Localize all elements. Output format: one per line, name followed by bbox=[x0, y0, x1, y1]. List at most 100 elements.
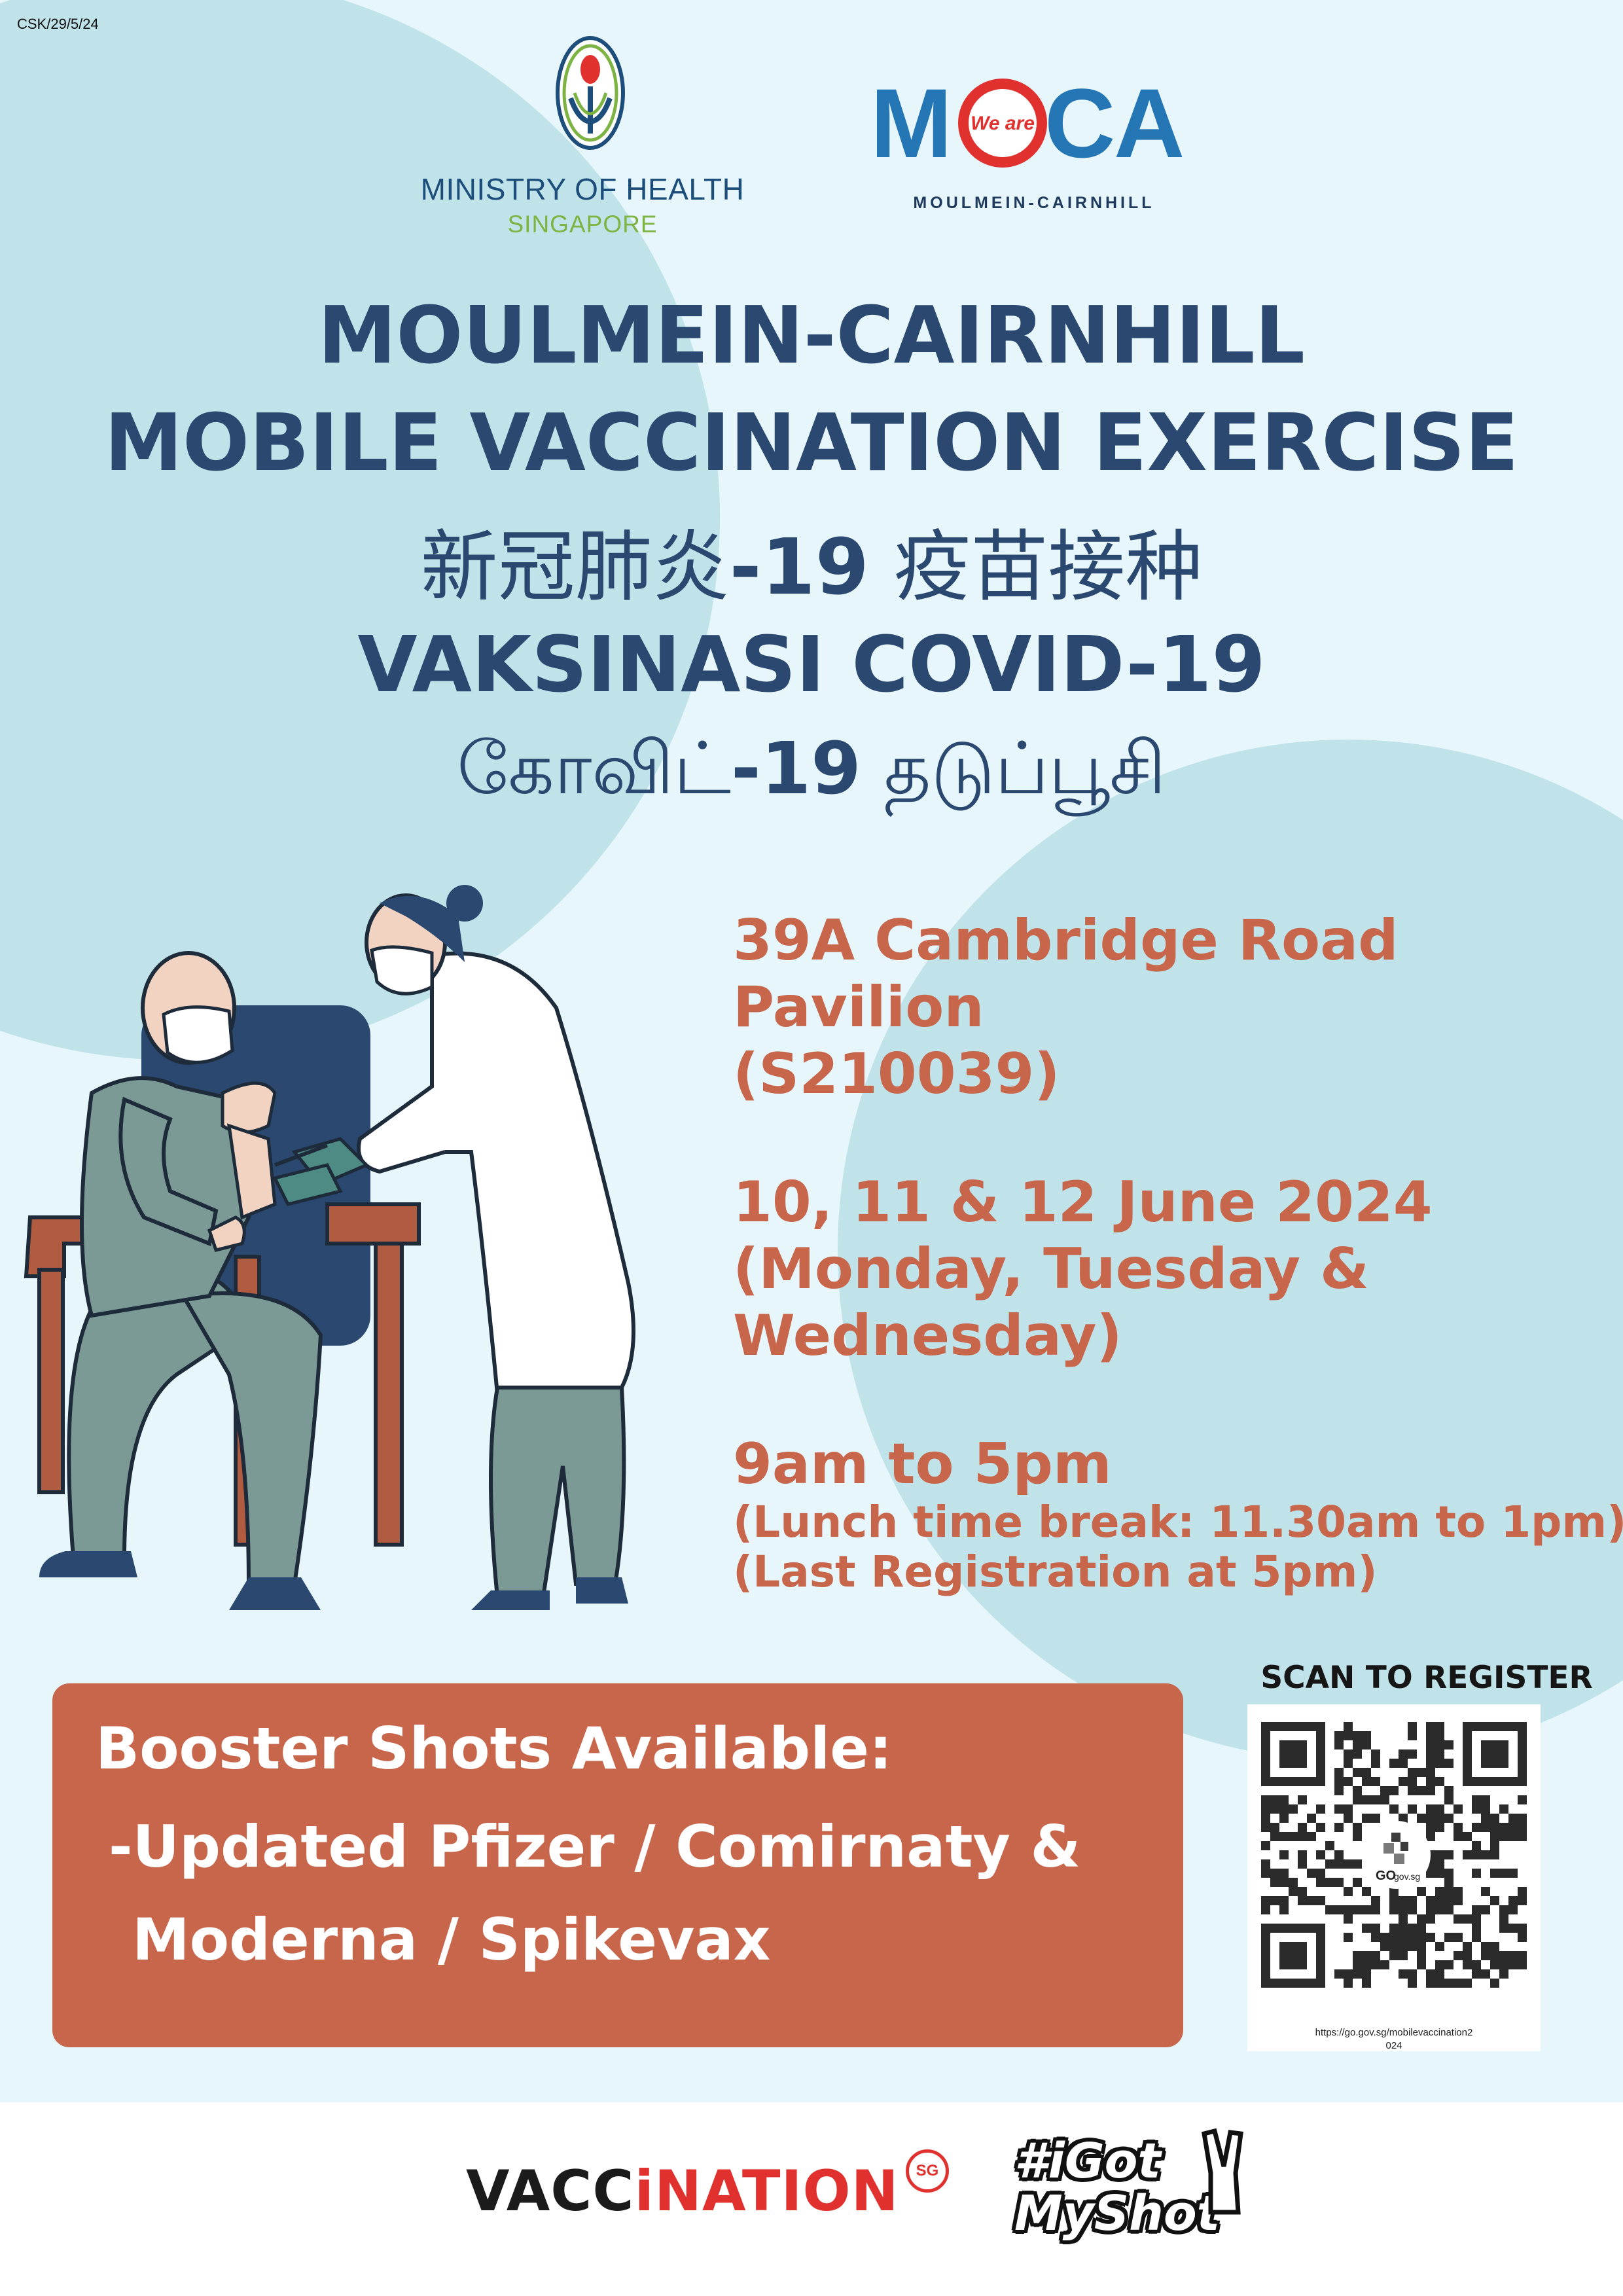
qr-module bbox=[1279, 1804, 1289, 1814]
qr-module bbox=[1417, 1768, 1426, 1777]
qr-module bbox=[1490, 1814, 1499, 1823]
qr-module bbox=[1518, 1896, 1527, 1905]
qr-module bbox=[1426, 1804, 1435, 1814]
qr-module bbox=[1408, 1804, 1417, 1814]
qr-module bbox=[1417, 1914, 1426, 1924]
vacc-part-c: NATION bbox=[654, 2159, 899, 2224]
qr-module bbox=[1408, 1749, 1417, 1759]
qr-module bbox=[1499, 1832, 1508, 1841]
qr-module bbox=[1380, 1942, 1389, 1951]
qr-module bbox=[1454, 1896, 1463, 1905]
qr-module bbox=[1518, 1814, 1527, 1823]
venue-postal: (S210039) bbox=[733, 1041, 1060, 1107]
moca-subtitle: MOULMEIN-CAIRNHILL bbox=[913, 194, 1155, 212]
qr-module bbox=[1435, 1905, 1444, 1914]
qr-url[interactable]: https://go.gov.sg/mobilevaccination2 024 bbox=[1247, 2026, 1541, 2053]
qr-module bbox=[1408, 1979, 1417, 1988]
qr-module bbox=[1362, 1777, 1371, 1786]
qr-module bbox=[1518, 1832, 1527, 1841]
qr-module bbox=[1298, 1887, 1307, 1896]
qr-module bbox=[1279, 1896, 1289, 1905]
qr-module bbox=[1408, 1722, 1417, 1731]
qr-module bbox=[1490, 1951, 1499, 1960]
qr-module bbox=[1444, 1933, 1454, 1942]
qr-module bbox=[1362, 1795, 1371, 1804]
qr-module bbox=[1435, 1759, 1444, 1768]
qr-module bbox=[1435, 1979, 1444, 1988]
qr-module bbox=[1399, 1942, 1408, 1951]
qr-url-line-1: https://go.gov.sg/mobilevaccination2 bbox=[1315, 2027, 1473, 2038]
qr-module bbox=[1362, 1969, 1371, 1979]
qr-module bbox=[1454, 1804, 1463, 1814]
gogovsg-badge: GO gov.sg bbox=[1363, 1821, 1431, 1889]
vaccination-illustration bbox=[24, 885, 635, 1610]
qr-module bbox=[1371, 1777, 1380, 1786]
qr-module bbox=[1426, 1979, 1435, 1988]
qr-module bbox=[1444, 1759, 1454, 1768]
qr-module bbox=[1444, 1896, 1454, 1905]
qr-module bbox=[1344, 1914, 1353, 1924]
title-chinese-a: 新冠肺炎 bbox=[420, 522, 730, 612]
qr-module bbox=[1344, 1759, 1353, 1768]
title-chinese-c: 疫苗接种 bbox=[868, 522, 1203, 612]
venue-block: 39A Cambridge Road Pavilion (S210039) bbox=[733, 907, 1399, 1107]
qr-module bbox=[1344, 1969, 1353, 1979]
vaccination-sg-logo: VACCiNATION bbox=[466, 2159, 899, 2224]
qr-module bbox=[1353, 1740, 1362, 1749]
qr-module bbox=[1344, 1887, 1353, 1896]
qr-module bbox=[1426, 1768, 1435, 1777]
qr-module bbox=[1353, 1768, 1362, 1777]
qr-module bbox=[1389, 1905, 1399, 1914]
qr-module bbox=[1380, 1786, 1389, 1795]
qr-module bbox=[1499, 1823, 1508, 1832]
qr-module bbox=[1454, 1887, 1463, 1896]
qr-module bbox=[1472, 1804, 1481, 1814]
qr-module bbox=[1472, 1841, 1481, 1850]
qr-module bbox=[1454, 1914, 1463, 1924]
qr-module bbox=[1334, 1823, 1344, 1832]
qr-module bbox=[1399, 1749, 1408, 1759]
qr-module bbox=[1408, 1969, 1417, 1979]
qr-module bbox=[1270, 1823, 1279, 1832]
qr-module bbox=[1353, 1905, 1362, 1914]
qr-module bbox=[1444, 1869, 1454, 1878]
moh-name: MINISTRY OF HEALTH bbox=[420, 172, 745, 206]
qr-module bbox=[1371, 1759, 1380, 1768]
qr-module bbox=[1325, 1859, 1334, 1869]
qr-module bbox=[1463, 1850, 1472, 1859]
qr-module bbox=[1279, 1878, 1289, 1887]
sg-badge: SG bbox=[906, 2149, 949, 2193]
qr-module bbox=[1435, 1859, 1444, 1869]
title-chinese: 新冠肺炎-19 疫苗接种 bbox=[0, 504, 1623, 616]
qr-module bbox=[1353, 1795, 1362, 1804]
qr-module bbox=[1499, 1804, 1508, 1814]
qr-module bbox=[1481, 1951, 1490, 1960]
qr-module bbox=[1334, 1768, 1344, 1777]
qr-module bbox=[1316, 1823, 1325, 1832]
qr-module bbox=[1298, 1832, 1307, 1841]
qr-module bbox=[1389, 1942, 1399, 1951]
qr-module bbox=[1353, 1960, 1362, 1969]
qr-module bbox=[1472, 1905, 1481, 1914]
qr-module bbox=[1298, 1795, 1307, 1804]
qr-module bbox=[1371, 1924, 1380, 1933]
qr-module bbox=[1344, 1814, 1353, 1823]
qr-module bbox=[1490, 1896, 1499, 1905]
qr-module bbox=[1371, 1951, 1380, 1960]
qr-module bbox=[1417, 1942, 1426, 1951]
moh-crest-icon bbox=[556, 36, 625, 150]
qr-module bbox=[1518, 1887, 1527, 1896]
qr-module bbox=[1490, 1979, 1499, 1988]
opening-hours: 9am to 5pm bbox=[733, 1431, 1112, 1497]
qr-module bbox=[1316, 1850, 1325, 1859]
qr-module bbox=[1472, 1969, 1481, 1979]
qr-module bbox=[1426, 1786, 1435, 1795]
qr-module bbox=[1389, 1759, 1399, 1768]
qr-module bbox=[1399, 1777, 1408, 1786]
qr-module bbox=[1435, 1869, 1444, 1878]
qr-module bbox=[1435, 1804, 1444, 1814]
qr-module bbox=[1435, 1960, 1444, 1969]
qr-module bbox=[1261, 1841, 1270, 1850]
qr-module bbox=[1499, 1869, 1508, 1878]
qr-module bbox=[1444, 1740, 1454, 1749]
